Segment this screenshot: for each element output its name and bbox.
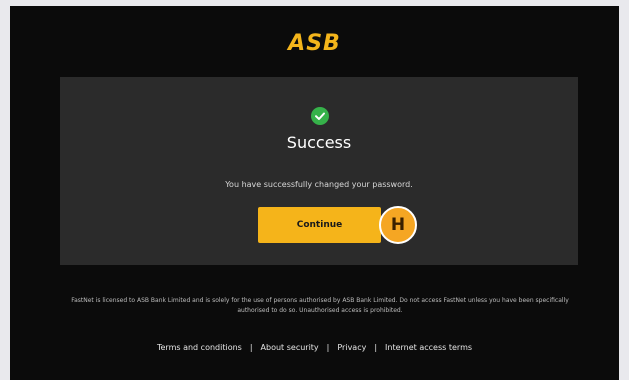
footer-separator: | [249, 343, 253, 352]
about-security-link[interactable]: About security [261, 343, 319, 352]
success-card: Success You have successfully changed yo… [60, 77, 578, 265]
footer-links: Terms and conditions | About security | … [10, 343, 619, 352]
app-window: ASB Success You have successfully change… [10, 6, 619, 380]
footer-separator: | [326, 343, 330, 352]
asb-logo: ASB [288, 31, 341, 56]
internet-access-terms-link[interactable]: Internet access terms [385, 343, 472, 352]
terms-link[interactable]: Terms and conditions [157, 343, 242, 352]
legal-disclaimer: FastNet is licensed to ASB Bank Limited … [71, 297, 569, 314]
success-message: You have successfully changed your passw… [225, 180, 413, 189]
annotation-badge: H [379, 206, 417, 244]
success-title: Success [286, 133, 352, 152]
privacy-link[interactable]: Privacy [337, 343, 366, 352]
check-circle-icon [311, 107, 329, 125]
footer-separator: | [374, 343, 378, 352]
continue-button[interactable]: Continue [258, 207, 381, 243]
